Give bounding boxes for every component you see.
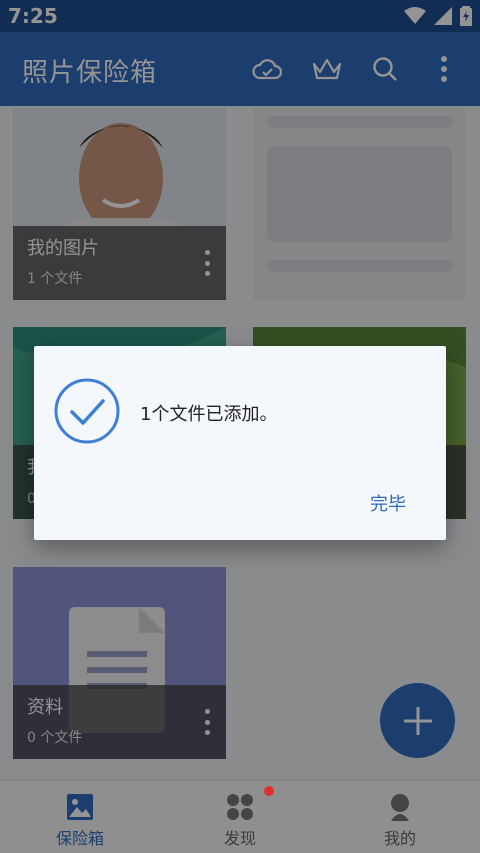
notification-badge: [264, 786, 274, 796]
check-circle-icon: [54, 378, 120, 444]
dialog-message: 1个文件已添加。: [140, 404, 278, 425]
confirmation-dialog: 1个文件已添加。 完毕: [34, 346, 446, 540]
done-button[interactable]: 完毕: [370, 490, 406, 516]
